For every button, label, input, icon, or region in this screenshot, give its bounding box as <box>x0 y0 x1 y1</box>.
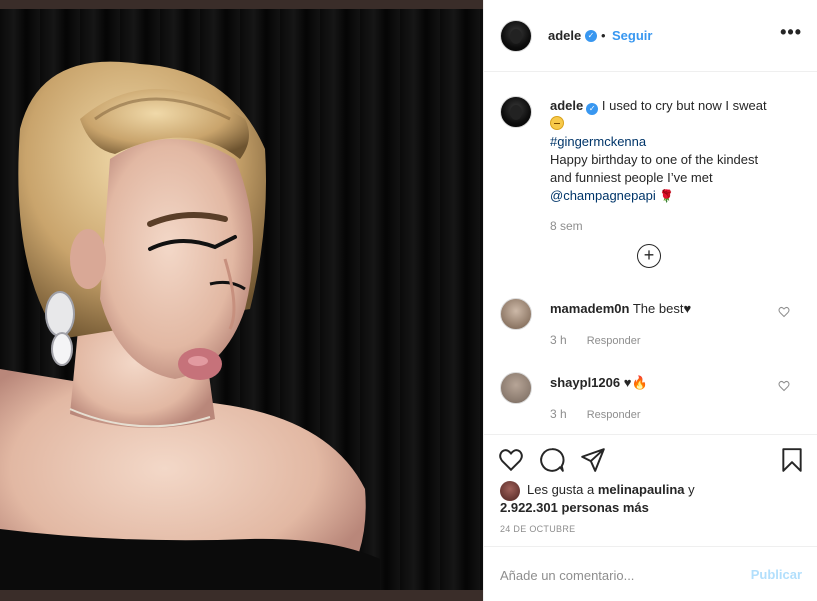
commenter-username[interactable]: mamadem0n <box>550 301 629 316</box>
likes-line-1: Les gusta a melinapaulina y <box>527 482 695 497</box>
reply-button[interactable]: Responder <box>587 335 641 347</box>
black-heart-emoji-icon: ♥ <box>623 375 632 390</box>
rose-emoji-icon: 🌹 <box>659 189 675 203</box>
caption-line-3: Happy birthday to one of the kindest <box>550 152 759 167</box>
black-heart-emoji-icon: ♥ <box>683 301 692 316</box>
caption-line-4: and funniest people I’ve met <box>550 170 713 185</box>
comments-section[interactable]: adele ✓ I used to cry but now I sweat #gi… <box>484 72 817 434</box>
comment-meta: 3 h Responder <box>550 333 641 347</box>
author-avatar[interactable] <box>500 20 532 52</box>
caption-line-1: I used to cry but now I sweat <box>598 98 767 113</box>
follow-button[interactable]: Seguir <box>612 28 652 43</box>
post-header: adele ✓ • Seguir ••• <box>484 0 817 72</box>
heart-icon[interactable] <box>498 447 524 473</box>
photo-bottom-border <box>0 590 483 601</box>
comment-time[interactable]: 3 h <box>550 333 567 347</box>
like-comment-heart-icon[interactable] <box>778 380 790 392</box>
author-username[interactable]: adele <box>548 28 581 43</box>
comment-meta: 3 h Responder <box>550 407 641 421</box>
liker-avatar[interactable] <box>500 481 520 501</box>
caption-author-username[interactable]: adele <box>550 98 583 113</box>
caption-text: adele ✓ I used to cry but now I sweat #gi… <box>550 97 800 205</box>
liker-username[interactable]: melinapaulina <box>598 482 685 497</box>
comment-input[interactable] <box>500 565 730 585</box>
post-photo[interactable] <box>0 0 483 601</box>
caption-time[interactable]: 8 sem <box>550 219 583 233</box>
post-panel: adele ✓ • Seguir ••• adele ✓ I used to cr… <box>483 0 817 601</box>
verified-badge-icon: ✓ <box>586 103 599 115</box>
comment-text: mamadem0n The best♥ <box>550 301 691 316</box>
likes-prefix: Les gusta a <box>527 482 598 497</box>
caption-author-avatar[interactable] <box>500 96 532 128</box>
portrait-illustration <box>0 61 380 590</box>
likes-count[interactable]: 2.922.301 personas más <box>500 500 649 515</box>
comment-text: shaypl1206 ♥🔥 <box>550 375 648 391</box>
caption-mention[interactable]: @champagnepapi <box>550 188 656 203</box>
load-more-icon[interactable]: + <box>637 244 661 268</box>
list-item: mamadem0n The best♥ 3 h Responder <box>484 298 817 368</box>
add-comment-bar: Publicar <box>484 546 817 601</box>
reply-button[interactable]: Responder <box>587 409 641 421</box>
sweat-emoji-icon <box>550 116 564 130</box>
post-actions: Les gusta a melinapaulina y 2.922.301 pe… <box>484 434 817 546</box>
save-icon[interactable] <box>779 447 805 473</box>
like-comment-heart-icon[interactable] <box>778 306 790 318</box>
publish-button[interactable]: Publicar <box>751 567 802 582</box>
list-item: shaypl1206 ♥🔥 3 h Responder <box>484 372 817 434</box>
comment-icon[interactable] <box>539 447 565 473</box>
share-icon[interactable] <box>580 447 606 473</box>
post-date[interactable]: 24 DE OCTUBRE <box>500 524 575 534</box>
separator-dot: • <box>601 28 606 43</box>
comment-time[interactable]: 3 h <box>550 407 567 421</box>
fire-emoji-icon: 🔥 <box>631 375 648 390</box>
photo-top-border <box>0 0 483 9</box>
commenter-avatar[interactable] <box>500 372 532 404</box>
more-options-icon[interactable]: ••• <box>780 22 802 43</box>
likes-line-2: 2.922.301 personas más <box>500 500 649 515</box>
comment-body: The best <box>629 301 684 316</box>
commenter-username[interactable]: shaypl1206 <box>550 375 620 390</box>
verified-badge-icon: ✓ <box>585 30 597 42</box>
caption-hashtag[interactable]: #gingermckenna <box>550 134 646 149</box>
commenter-avatar[interactable] <box>500 298 532 330</box>
likes-suffix: y <box>684 482 695 497</box>
